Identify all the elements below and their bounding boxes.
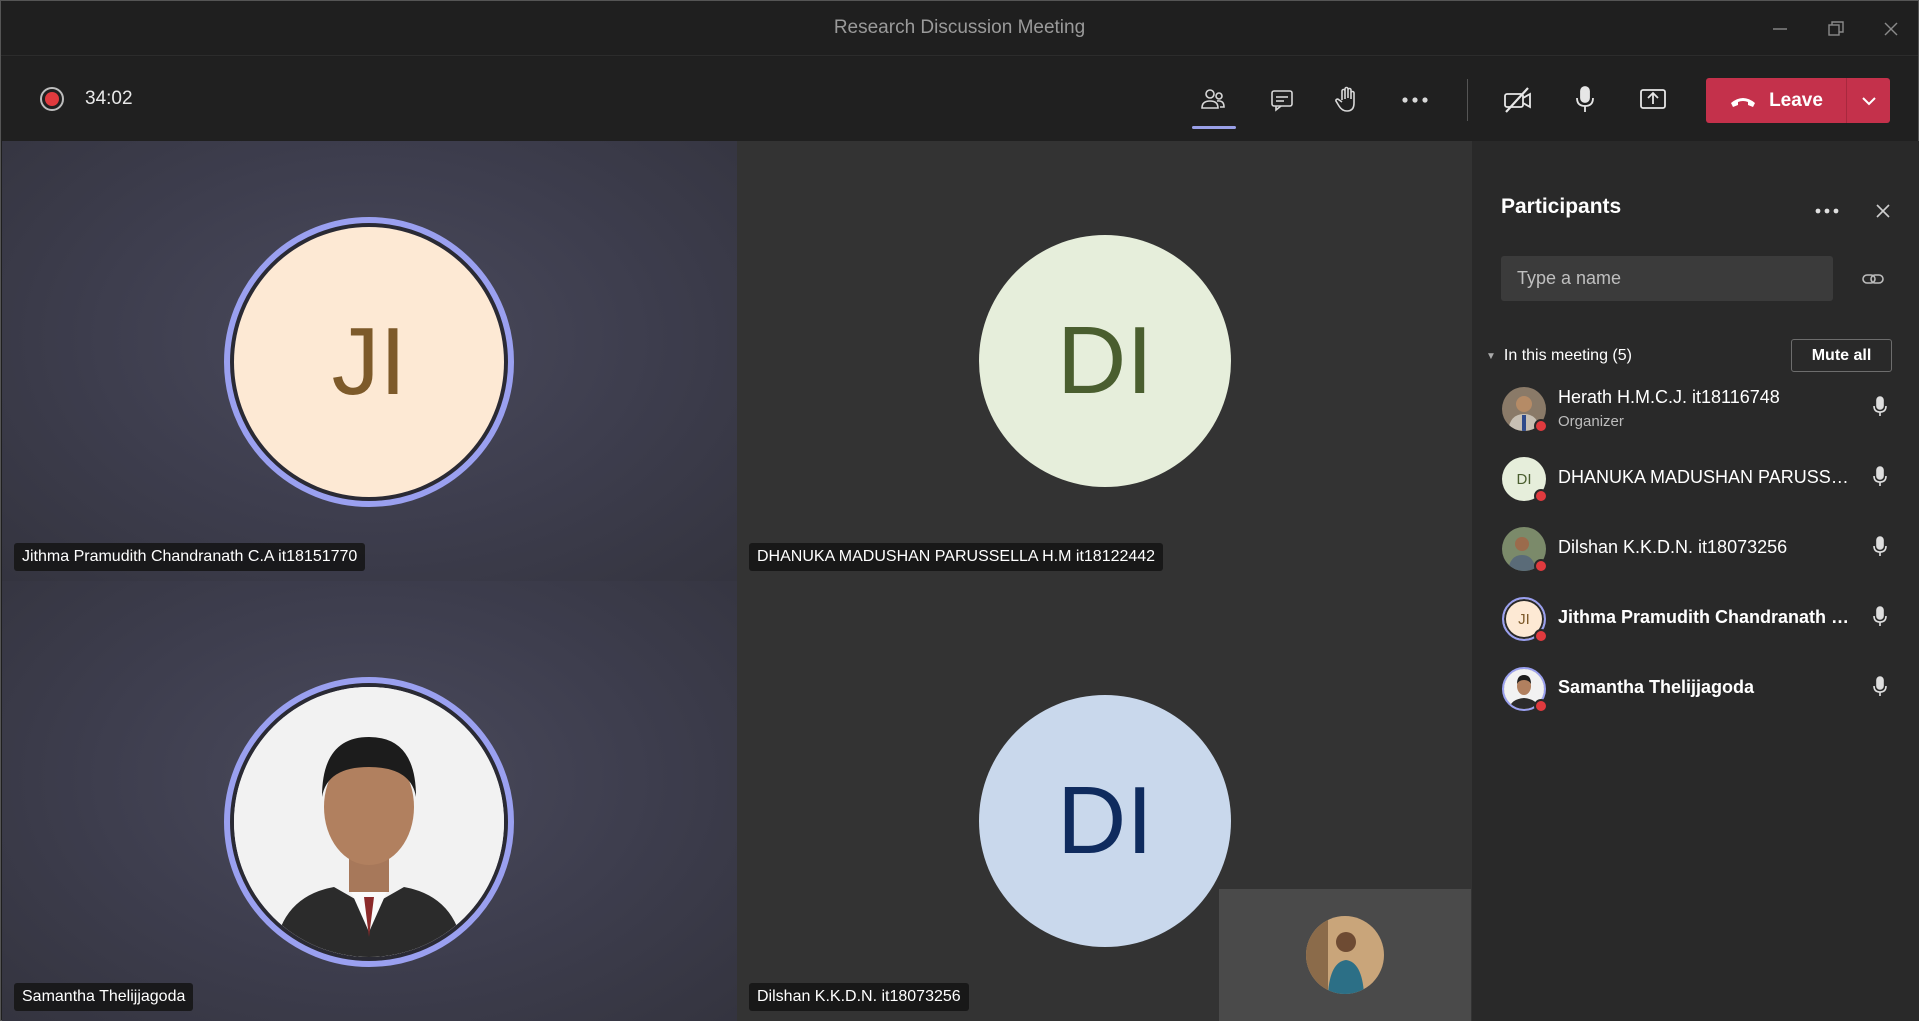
window-title: Research Discussion Meeting: [833, 17, 1086, 38]
in-meeting-section-toggle[interactable]: ▼ In this meeting (5): [1486, 347, 1632, 365]
video-tile[interactable]: JI Jithma Pramudith Chandranath C.A it18…: [2, 141, 737, 581]
leave-button-group: Leave: [1706, 78, 1890, 123]
participant-name-tag: Jithma Pramudith Chandranath C.A it18151…: [14, 543, 366, 571]
minimize-icon: [1773, 27, 1787, 30]
participant-name-tag: Dilshan K.K.D.N. it18073256: [749, 983, 969, 1011]
leave-options-button[interactable]: [1847, 96, 1890, 106]
participant-row[interactable]: Dilshan K.K.D.N. it18073256: [1472, 513, 1919, 583]
restore-button[interactable]: [1806, 1, 1866, 56]
participant-name: Dilshan K.K.D.N. it18073256: [1558, 537, 1788, 557]
avatar-initials: JI: [331, 308, 407, 415]
close-icon: [1884, 22, 1898, 35]
self-preview[interactable]: [1219, 889, 1471, 1021]
panel-title: Participants: [1501, 195, 1622, 218]
title-bar: Research Discussion Meeting: [1, 1, 1918, 56]
share-screen-icon: [1640, 89, 1666, 109]
teams-meeting-window: Research Discussion Meeting 34:02 Leave …: [0, 0, 1919, 1021]
show-conversation-button[interactable]: [1259, 77, 1305, 123]
more-icon: [1815, 208, 1839, 214]
participant-row[interactable]: DI DHANUKA MADUSHAN PARUSSELLA H.M it181…: [1472, 443, 1919, 513]
mute-all-button[interactable]: Mute all: [1791, 339, 1892, 372]
microphone-icon: [1868, 465, 1892, 489]
avatar: [1502, 387, 1548, 433]
microphone-icon: [1868, 605, 1892, 629]
camera-off-icon: [1504, 87, 1531, 113]
participant-name: DHANUKA MADUSHAN PARUSSELLA H.M it181224…: [1558, 467, 1858, 487]
panel-more-options-button[interactable]: [1809, 193, 1845, 229]
meeting-toolbar: 34:02 Leave: [1, 57, 1918, 141]
minimize-button[interactable]: [1750, 1, 1810, 56]
hand-icon: [1335, 86, 1355, 112]
presence-badge: [1534, 629, 1548, 643]
share-invite-button[interactable]: [1857, 263, 1889, 295]
hang-up-icon: [1731, 97, 1756, 107]
avatar: DI: [979, 235, 1231, 487]
avatar: [1502, 667, 1548, 713]
speaking-ring: JI: [224, 217, 514, 507]
avatar-initials: DI: [1057, 767, 1153, 874]
people-icon: [1201, 89, 1225, 109]
close-panel-button[interactable]: [1865, 193, 1901, 229]
microphone-icon: [1868, 395, 1892, 419]
leave-label: Leave: [1769, 89, 1823, 111]
participant-name-tag: DHANUKA MADUSHAN PARUSSELLA H.M it181224…: [749, 543, 1164, 571]
presence-badge: [1534, 419, 1548, 433]
participants-panel: Participants ▼ In this meeting (5) Mute …: [1472, 141, 1919, 1021]
recording-icon: [40, 87, 64, 111]
leave-button[interactable]: Leave: [1706, 78, 1846, 123]
person-photo-icon: [234, 687, 504, 957]
camera-toggle-button[interactable]: [1495, 77, 1541, 123]
more-actions-button[interactable]: [1392, 77, 1438, 123]
profile-photo: [234, 687, 504, 957]
close-icon: [1876, 204, 1890, 218]
close-window-button[interactable]: [1861, 1, 1919, 56]
avatar: JI: [1502, 597, 1548, 643]
avatar: DI: [1502, 457, 1548, 503]
video-tile[interactable]: Samantha Thelijjagoda: [2, 581, 737, 1021]
self-avatar: [1306, 916, 1384, 994]
participant-name: Herath H.M.C.J. it18116748: [1558, 387, 1780, 407]
participant-row[interactable]: JI Jithma Pramudith Chandranath C.A it18…: [1472, 583, 1919, 653]
microphone-toggle-button[interactable]: [1562, 77, 1608, 123]
avatar: JI: [234, 227, 504, 497]
avatar-initials: DI: [1057, 307, 1153, 414]
avatar: [1502, 527, 1548, 573]
raise-hand-button[interactable]: [1324, 77, 1370, 123]
active-tab-indicator: [1192, 126, 1236, 129]
participant-name: Jithma Pramudith Chandranath C.A it18151…: [1558, 607, 1858, 627]
participant-row[interactable]: Herath H.M.C.J. it18116748 Organizer: [1472, 373, 1919, 443]
microphone-icon: [1576, 86, 1594, 112]
restore-icon: [1828, 20, 1844, 36]
toolbar-separator: [1467, 79, 1468, 121]
show-participants-button[interactable]: [1190, 77, 1236, 129]
section-label: In this meeting (5): [1503, 347, 1632, 364]
self-photo-icon: [1306, 916, 1384, 994]
participant-name-tag: Samantha Thelijjagoda: [14, 983, 194, 1011]
microphone-icon: [1868, 535, 1892, 559]
meeting-timer: 34:02: [85, 88, 133, 109]
link-icon: [1862, 274, 1884, 284]
participant-list: Herath H.M.C.J. it18116748 Organizer DI …: [1472, 373, 1919, 723]
participant-name: Samantha Thelijjagoda: [1558, 677, 1755, 697]
video-tile[interactable]: DI DHANUKA MADUSHAN PARUSSELLA H.M it181…: [737, 141, 1472, 581]
presence-badge: [1534, 559, 1548, 573]
more-icon: [1402, 97, 1428, 103]
presence-badge: [1534, 489, 1548, 503]
chevron-down-icon: [1861, 96, 1876, 105]
microphone-icon: [1868, 675, 1892, 699]
presence-badge: [1534, 699, 1548, 713]
participant-row[interactable]: Samantha Thelijjagoda: [1472, 653, 1919, 723]
participant-role: Organizer: [1558, 413, 1624, 430]
participant-search-input[interactable]: [1501, 256, 1833, 301]
avatar: DI: [979, 695, 1231, 947]
share-screen-button[interactable]: [1630, 77, 1676, 123]
chevron-down-icon: ▼: [1486, 350, 1496, 362]
speaking-ring: [224, 677, 514, 967]
chat-icon: [1271, 90, 1293, 112]
